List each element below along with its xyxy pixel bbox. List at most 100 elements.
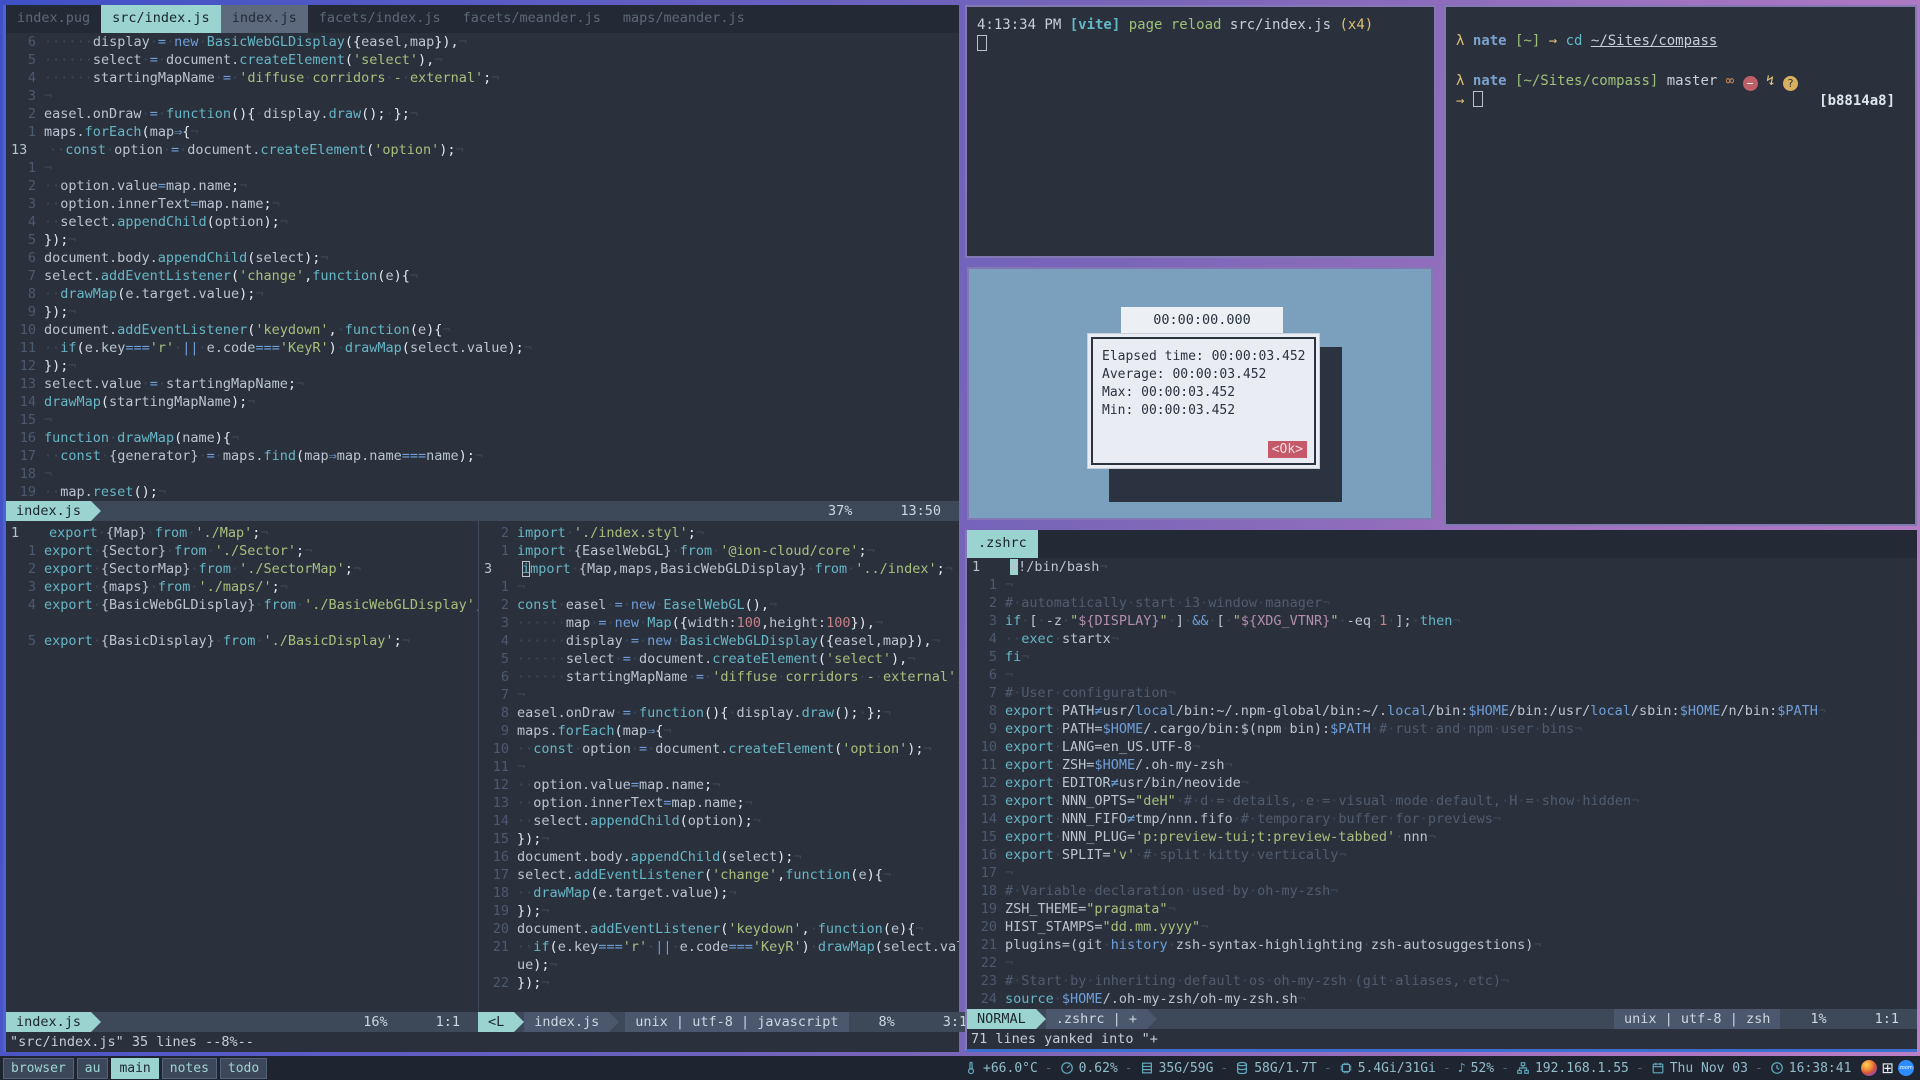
tab-index-js[interactable]: index.js bbox=[221, 5, 308, 33]
tab-zshrc[interactable]: .zshrc bbox=[967, 530, 1038, 558]
code-line[interactable]: 14drawMap(startingMapName);¬ bbox=[6, 393, 959, 411]
code-line[interactable]: 1¬ bbox=[967, 576, 1917, 594]
code-line[interactable]: 11¬ bbox=[479, 758, 959, 776]
code-line[interactable]: 1#!/bin/bash¬ bbox=[967, 558, 1917, 576]
code-line[interactable]: 5export·{BasicDisplay}·from·'./BasicDisp… bbox=[6, 632, 478, 650]
code-line[interactable]: 3export·{maps}·from·'./maps/';¬ bbox=[6, 578, 478, 596]
code-line[interactable]: 20document.addEventListener('keydown',·f… bbox=[479, 920, 959, 938]
code-line[interactable]: 11export·ZSH=$HOME/.oh-my-zsh¬ bbox=[967, 756, 1917, 774]
code-line[interactable]: 1¬ bbox=[6, 159, 959, 177]
code-line[interactable]: 17select.addEventListener('change',funct… bbox=[479, 866, 959, 884]
code-line[interactable]: 2export·{SectorMap}·from·'./SectorMap';¬ bbox=[6, 560, 478, 578]
code-line[interactable]: 10document.addEventListener('keydown',·f… bbox=[6, 321, 959, 339]
code-line[interactable]: 2easel.onDraw·=·function(){·display.draw… bbox=[6, 105, 959, 123]
code-line[interactable]: 1export·{Map}·from·'./Map';¬ bbox=[6, 524, 478, 542]
code-line[interactable]: 12export·EDITOR≠usr/bin/neovide¬ bbox=[967, 774, 1917, 792]
tiles-tray-icon[interactable]: ⊞ bbox=[1881, 1060, 1894, 1076]
code-line[interactable]: 15});¬ bbox=[479, 830, 959, 848]
code-line[interactable]: 1export·{Sector}·from·'./Sector';¬ bbox=[6, 542, 478, 560]
code-line[interactable]: 16document.body.appendChild(select);¬ bbox=[479, 848, 959, 866]
code-line[interactable]: 24source·$HOME/.oh-my-zsh/oh-my-zsh.sh¬ bbox=[967, 990, 1917, 1008]
zoom-tray-icon[interactable]: zoom bbox=[1898, 1060, 1914, 1076]
code-line[interactable]: 6¬ bbox=[967, 666, 1917, 684]
code-line[interactable]: 18#·Variable·declaration·used·by·oh-my-z… bbox=[967, 882, 1917, 900]
code-line[interactable]: 3······map·=·new·Map({width:100,height:1… bbox=[479, 614, 959, 632]
code-line[interactable]: 15export·NNN_PLUG='p:preview-tui;t:previ… bbox=[967, 828, 1917, 846]
code-line[interactable]: 1import·{EaselWebGL}·from·'@ion-cloud/co… bbox=[479, 542, 959, 560]
tab-facets-meander-js[interactable]: facets/meander.js bbox=[452, 5, 612, 33]
code-line[interactable]: 3import·{Map,maps,BasicWebGLDisplay}·fro… bbox=[479, 560, 959, 578]
code-line[interactable]: 9export·PATH=$HOME/.cargo/bin:$(npm·bin)… bbox=[967, 720, 1917, 738]
workspace-main[interactable]: main bbox=[111, 1058, 158, 1079]
code-line[interactable]: 13··option.innerText=map.name;¬ bbox=[479, 794, 959, 812]
code-line[interactable]: 5});¬ bbox=[6, 231, 959, 249]
code-line[interactable]: 12});¬ bbox=[6, 357, 959, 375]
code-line[interactable]: 16function·drawMap(name){¬ bbox=[6, 429, 959, 447]
code-line[interactable]: 7#·User·configuration¬ bbox=[967, 684, 1917, 702]
workspace-au[interactable]: au bbox=[77, 1058, 109, 1079]
firefox-tray-icon[interactable] bbox=[1861, 1060, 1877, 1076]
code-line[interactable]: 12··option.value=map.name;¬ bbox=[479, 776, 959, 794]
code-line[interactable]: 13export·NNN_OPTS="deH"·#·d·=·details,·e… bbox=[967, 792, 1917, 810]
code-line[interactable]: 2#·automatically·start·i3·window·manager… bbox=[967, 594, 1917, 612]
code-line[interactable]: 4······display·=·new·BasicWebGLDisplay({… bbox=[479, 632, 959, 650]
code-line[interactable]: 3¬ bbox=[6, 87, 959, 105]
code-line[interactable]: 4··select.appendChild(option);¬ bbox=[6, 213, 959, 231]
code-line[interactable]: 9});¬ bbox=[6, 303, 959, 321]
code-line[interactable]: 14··select.appendChild(option);¬ bbox=[479, 812, 959, 830]
code-line[interactable]: 4export·{BasicWebGLDisplay}·from·'./Basi… bbox=[6, 596, 478, 614]
code-line[interactable]: 2const·easel·=·new·EaselWebGL(),¬ bbox=[479, 596, 959, 614]
code-line[interactable]: 16export·SPLIT='v'·#·split·kitty·vertica… bbox=[967, 846, 1917, 864]
code-line[interactable]: 3··option.innerText=map.name;¬ bbox=[6, 195, 959, 213]
code-line[interactable]: 22});¬ bbox=[479, 974, 959, 992]
code-line[interactable]: 22¬ bbox=[967, 954, 1917, 972]
code-line[interactable]: 2import·'./index.styl';¬ bbox=[479, 524, 959, 542]
code-line[interactable]: 20HIST_STAMPS="dd.mm.yyyy"¬ bbox=[967, 918, 1917, 936]
code-line[interactable]: 15¬ bbox=[6, 411, 959, 429]
code-line[interactable]: 19··map.reset();¬ bbox=[6, 483, 959, 501]
code-line[interactable] bbox=[6, 614, 478, 632]
tab-maps-meander-js[interactable]: maps/meander.js bbox=[612, 5, 756, 33]
code-line[interactable]: 5fi¬ bbox=[967, 648, 1917, 666]
code-line[interactable]: 4··exec·startx¬ bbox=[967, 630, 1917, 648]
code-line[interactable]: 11··if(e.key==='r'·||·e.code==='KeyR')·d… bbox=[6, 339, 959, 357]
code-line[interactable]: 8export·PATH≠usr/local/bin:~/.npm-global… bbox=[967, 702, 1917, 720]
code-line[interactable]: 6······startingMapName·=·'diffuse·corrid… bbox=[479, 668, 959, 686]
code-line[interactable]: 10··const·option·=·document.createElemen… bbox=[479, 740, 959, 758]
tab-index-pug[interactable]: index.pug bbox=[6, 5, 101, 33]
code-line[interactable]: 5······select·=·document.createElement('… bbox=[479, 650, 959, 668]
code-line[interactable]: 1maps.forEach(map⇒{¬ bbox=[6, 123, 959, 141]
code-line[interactable]: 2··option.value=map.name;¬ bbox=[6, 177, 959, 195]
code-line[interactable]: 1¬ bbox=[479, 578, 959, 596]
code-line[interactable]: 9maps.forEach(map⇒{¬ bbox=[479, 722, 959, 740]
code-line[interactable]: 17··const·{generator}·=·maps.find(map⇒ma… bbox=[6, 447, 959, 465]
code-line[interactable]: 6document.body.appendChild(select);¬ bbox=[6, 249, 959, 267]
code-line[interactable]: 8easel.onDraw·=·function(){·display.draw… bbox=[479, 704, 959, 722]
code-line[interactable]: 6······display·=·new·BasicWebGLDisplay({… bbox=[6, 33, 959, 51]
code-line[interactable]: 7select.addEventListener('change',functi… bbox=[6, 267, 959, 285]
code-line[interactable]: 14export·NNN_FIFO≠tmp/nnn.fifo·#·tempora… bbox=[967, 810, 1917, 828]
code-line[interactable]: 7¬ bbox=[479, 686, 959, 704]
code-line[interactable]: 18¬ bbox=[6, 465, 959, 483]
code-line[interactable]: 19ZSH_THEME="pragmata"¬ bbox=[967, 900, 1917, 918]
code-line[interactable]: 3if·[·-z·"${DISPLAY}"·]·&&·[·"${XDG_VTNR… bbox=[967, 612, 1917, 630]
code-line[interactable]: 21··if(e.key==='r'·||·e.code==='KeyR')·d… bbox=[479, 938, 959, 956]
ok-button[interactable]: <Ok> bbox=[1268, 441, 1307, 458]
tab-facets-index-js[interactable]: facets/index.js bbox=[308, 5, 452, 33]
code-line[interactable]: 10export·LANG=en_US.UTF-8¬ bbox=[967, 738, 1917, 756]
code-line[interactable]: 13··const·option·=·document.createElemen… bbox=[6, 141, 959, 159]
code-line[interactable]: 4······startingMapName·=·'diffuse·corrid… bbox=[6, 69, 959, 87]
code-line[interactable]: 17¬ bbox=[967, 864, 1917, 882]
code-line[interactable]: 23#·Start·by·inheriting·default·os·oh-my… bbox=[967, 972, 1917, 990]
workspace-todo[interactable]: todo bbox=[220, 1058, 267, 1079]
code-line[interactable]: 5······select·=·document.createElement('… bbox=[6, 51, 959, 69]
code-line[interactable]: 21plugins=(git·history·zsh-syntax-highli… bbox=[967, 936, 1917, 954]
code-line[interactable]: 13select.value·=·startingMapName;¬ bbox=[6, 375, 959, 393]
tab-src-index-js[interactable]: src/index.js bbox=[101, 5, 221, 33]
code-line[interactable]: ue);¬ bbox=[479, 956, 959, 974]
workspace-browser[interactable]: browser bbox=[3, 1058, 74, 1079]
code-line[interactable]: 19});¬ bbox=[479, 902, 959, 920]
workspace-notes[interactable]: notes bbox=[162, 1058, 217, 1079]
code-line[interactable]: 18··drawMap(e.target.value);¬ bbox=[479, 884, 959, 902]
code-line[interactable]: 8··drawMap(e.target.value);¬ bbox=[6, 285, 959, 303]
